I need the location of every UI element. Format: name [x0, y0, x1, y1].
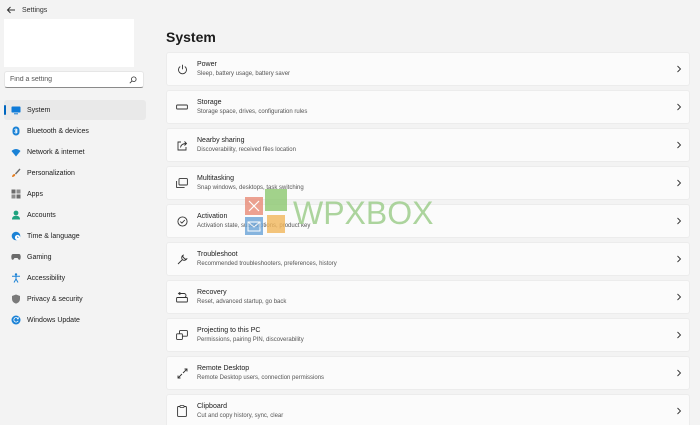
accessibility-icon	[11, 273, 21, 283]
sidebar-item-system[interactable]: System	[4, 100, 146, 120]
search-icon[interactable]	[128, 75, 138, 85]
sidebar-item-bluetooth-devices[interactable]: Bluetooth & devices	[4, 121, 146, 141]
sidebar-item-label: System	[27, 106, 51, 114]
card-description: Discoverability, received files location	[197, 146, 296, 153]
card-title: Clipboard	[197, 402, 227, 410]
card-description: Storage space, drives, configuration rul…	[197, 108, 308, 115]
sidebar-item-network-internet[interactable]: Network & internet	[4, 142, 146, 162]
sidebar-item-accessibility[interactable]: Accessibility	[4, 268, 146, 288]
chevron-right-icon	[669, 407, 689, 415]
chevron-right-icon	[669, 369, 689, 377]
card-title: Projecting to this PC	[197, 326, 261, 334]
card-title: Nearby sharing	[197, 136, 245, 144]
chevron-right-icon	[669, 217, 689, 225]
sidebar-item-label: Apps	[27, 190, 43, 198]
card-description: Sleep, battery usage, battery saver	[197, 70, 291, 77]
brush-icon	[11, 168, 21, 178]
card-multitasking[interactable]: Multitasking Snap windows, desktops, tas…	[166, 166, 690, 200]
sidebar-item-windows-update[interactable]: Windows Update	[4, 310, 146, 330]
gamepad-icon	[11, 252, 21, 262]
card-description: Snap windows, desktops, task switching	[197, 184, 304, 191]
sidebar-item-label: Accessibility	[27, 274, 66, 282]
power-icon	[167, 64, 197, 75]
card-title: Storage	[197, 98, 222, 106]
share-icon	[167, 140, 197, 151]
sidebar-item-label: Privacy & security	[27, 295, 83, 303]
sidebar-item-time-language[interactable]: Time & language	[4, 226, 146, 246]
card-description: Permissions, pairing PIN, discoverabilit…	[197, 336, 304, 343]
apps-icon	[11, 189, 21, 199]
sidebar-item-accounts[interactable]: Accounts	[4, 205, 146, 225]
clipboard-icon	[167, 405, 197, 417]
card-description: Cut and copy history, sync, clear	[197, 412, 284, 419]
sidebar-nav: System Bluetooth & devices Network & int…	[4, 100, 146, 331]
bluetooth-icon	[11, 126, 21, 136]
chevron-right-icon	[669, 331, 689, 339]
wrench-icon	[167, 253, 197, 265]
sidebar-item-label: Bluetooth & devices	[27, 127, 89, 135]
card-recovery[interactable]: Recovery Reset, advanced startup, go bac…	[166, 280, 690, 314]
card-description: Remote Desktop users, connection permiss…	[197, 374, 325, 381]
chevron-right-icon	[669, 103, 689, 111]
card-projecting[interactable]: Projecting to this PC Permissions, pairi…	[166, 318, 690, 352]
chevron-right-icon	[669, 293, 689, 301]
sidebar-item-label: Time & language	[27, 232, 80, 240]
card-title: Power	[197, 60, 217, 68]
card-title: Recovery	[197, 288, 227, 296]
globe-clock-icon	[11, 231, 21, 241]
search-box[interactable]	[4, 71, 144, 88]
card-title: Multitasking	[197, 174, 234, 182]
system-icon	[11, 105, 21, 115]
main-content: System Power Sleep, battery usage, batte…	[166, 27, 690, 425]
card-nearby-sharing[interactable]: Nearby sharing Discoverability, received…	[166, 128, 690, 162]
sidebar-item-privacy-security[interactable]: Privacy & security	[4, 289, 146, 309]
card-activation[interactable]: Activation Activation state, subscriptio…	[166, 204, 690, 238]
storage-icon	[167, 103, 197, 111]
back-arrow-icon	[6, 6, 15, 14]
sidebar-item-personalization[interactable]: Personalization	[4, 163, 146, 183]
card-power[interactable]: Power Sleep, battery usage, battery save…	[166, 52, 690, 86]
sidebar-item-label: Personalization	[27, 169, 75, 177]
wifi-icon	[11, 147, 21, 157]
sidebar-item-label: Accounts	[27, 211, 56, 219]
recovery-icon	[167, 291, 197, 303]
remote-desktop-icon	[167, 368, 197, 379]
card-clipboard[interactable]: Clipboard Cut and copy history, sync, cl…	[166, 394, 690, 425]
card-description: Reset, advanced startup, go back	[197, 298, 287, 305]
app-title: Settings	[22, 6, 48, 14]
card-title: Remote Desktop	[197, 364, 250, 372]
page-title: System	[166, 29, 216, 45]
card-description: Recommended troubleshooters, preferences…	[197, 260, 337, 267]
back-button[interactable]	[2, 1, 20, 19]
search-input[interactable]	[10, 76, 128, 83]
sidebar-item-label: Gaming	[27, 253, 52, 261]
sidebar-item-label: Network & internet	[27, 148, 85, 156]
activation-icon	[167, 215, 197, 227]
card-description: Activation state, subscriptions, product…	[197, 222, 311, 229]
chevron-right-icon	[669, 141, 689, 149]
sidebar-item-gaming[interactable]: Gaming	[4, 247, 146, 267]
card-storage[interactable]: Storage Storage space, drives, configura…	[166, 90, 690, 124]
chevron-right-icon	[669, 179, 689, 187]
sidebar-item-apps[interactable]: Apps	[4, 184, 146, 204]
card-remote-desktop[interactable]: Remote Desktop Remote Desktop users, con…	[166, 356, 690, 390]
title-bar: Settings	[0, 0, 700, 20]
card-title: Activation	[197, 212, 228, 220]
multitasking-icon	[167, 178, 197, 188]
shield-icon	[11, 294, 21, 304]
card-title: Troubleshoot	[197, 250, 238, 258]
account-panel[interactable]	[4, 19, 134, 67]
chevron-right-icon	[669, 255, 689, 263]
sidebar: System Bluetooth & devices Network & int…	[0, 18, 150, 425]
sidebar-item-label: Windows Update	[27, 316, 80, 324]
projecting-icon	[167, 330, 197, 340]
chevron-right-icon	[669, 65, 689, 73]
card-troubleshoot[interactable]: Troubleshoot Recommended troubleshooters…	[166, 242, 690, 276]
person-icon	[11, 210, 21, 220]
update-icon	[11, 315, 21, 325]
